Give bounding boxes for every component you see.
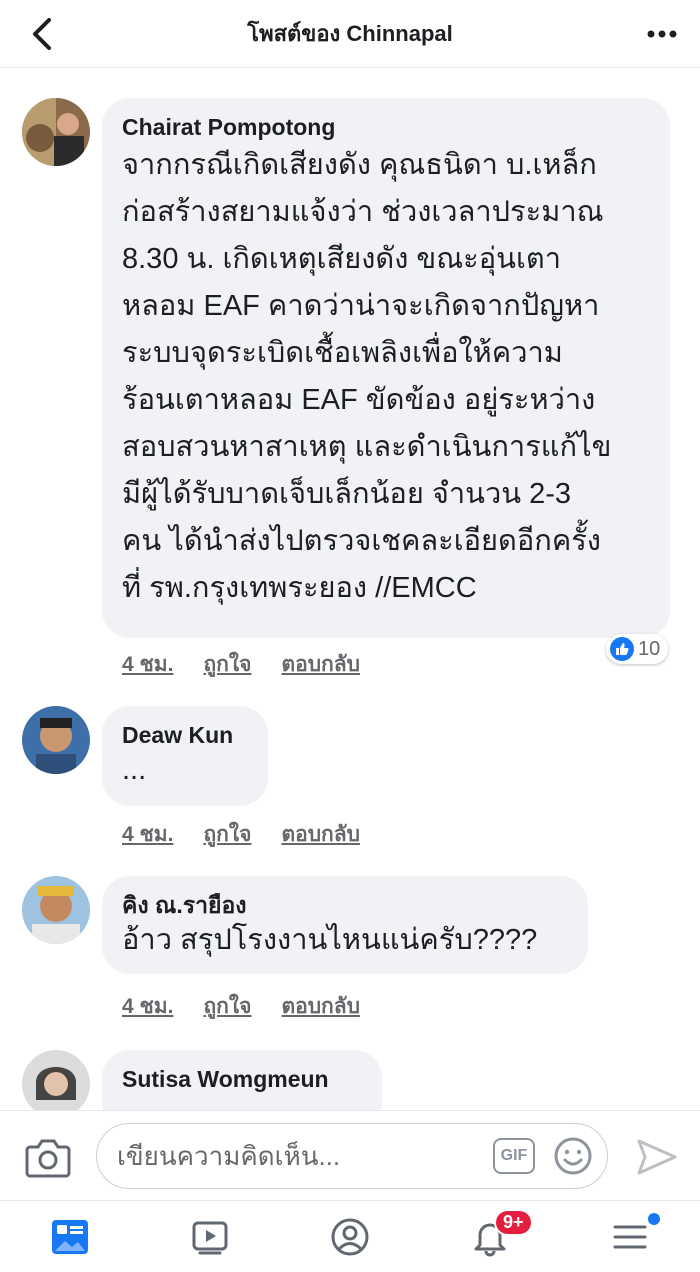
reaction-count[interactable]: 10 xyxy=(606,634,669,664)
camera-icon xyxy=(25,1139,71,1178)
comment-bubble: Deaw Kun ... xyxy=(102,706,268,806)
comment-input-box: GIF xyxy=(96,1123,608,1189)
comment-list: Chairat Pompotong จากกรณีเกิดเสียงดัง คุ… xyxy=(0,68,700,1110)
more-options-button[interactable] xyxy=(640,14,684,54)
comment-text: อ้าว สรุปโรงงานไหนแน่ครับ???? xyxy=(122,924,538,956)
comment-author[interactable]: Deaw Kun xyxy=(122,720,248,750)
like-link[interactable]: ถูกใจ xyxy=(203,648,251,681)
nav-news-feed[interactable] xyxy=(0,1201,140,1272)
news-feed-icon xyxy=(52,1219,88,1254)
comment-item: คิง ณ.รายือง อ้าว สรุปโรงงานไหนแน่ครับ??… xyxy=(0,876,700,1026)
comment-text: จากกรณีเกิดเสียงดัง คุณธนิดา บ.เหล็ก ก่อ… xyxy=(122,149,612,604)
reaction-count-value: 10 xyxy=(638,637,661,660)
bottom-navigation: 9+ xyxy=(0,1200,700,1272)
like-link[interactable]: ถูกใจ xyxy=(203,818,251,851)
comment-text: ... xyxy=(122,754,147,786)
comment-item: Deaw Kun ... 4 ชม. ถูกใจ ตอบกลับ xyxy=(0,706,700,856)
comment-bubble: Chairat Pompotong จากกรณีเกิดเสียงดัง คุ… xyxy=(102,98,670,638)
avatar[interactable] xyxy=(22,1050,90,1110)
watch-icon xyxy=(192,1221,228,1254)
like-link[interactable]: ถูกใจ xyxy=(203,990,251,1023)
reply-link[interactable]: ตอบกลับ xyxy=(281,818,360,851)
reply-link[interactable]: ตอบกลับ xyxy=(281,990,360,1023)
comment-author[interactable]: Chairat Pompotong xyxy=(122,112,650,142)
comment-input[interactable] xyxy=(117,1134,477,1178)
comment-actions: 4 ชม. ถูกใจ ตอบกลับ xyxy=(122,648,360,681)
comment-bubble: คิง ณ.รายือง อ้าว สรุปโรงงานไหนแน่ครับ??… xyxy=(102,876,588,974)
nav-watch[interactable] xyxy=(140,1201,280,1272)
notification-badge: 9+ xyxy=(494,1209,533,1236)
comment-time[interactable]: 4 ชม. xyxy=(122,648,173,681)
comment-time[interactable]: 4 ชม. xyxy=(122,990,173,1023)
comment-author[interactable]: Sutisa Womgmeun xyxy=(122,1064,362,1094)
avatar[interactable] xyxy=(22,98,90,166)
send-button[interactable] xyxy=(636,1137,678,1177)
menu-icon xyxy=(613,1225,647,1248)
comment-item: Sutisa Womgmeun xyxy=(0,1050,700,1110)
avatar[interactable] xyxy=(22,706,90,774)
comment-actions: 4 ชม. ถูกใจ ตอบกลับ xyxy=(122,990,360,1023)
nav-notifications[interactable]: 9+ xyxy=(420,1201,560,1272)
reply-link[interactable]: ตอบกลับ xyxy=(281,648,360,681)
emoji-button[interactable] xyxy=(553,1136,593,1176)
comment-composer: GIF xyxy=(0,1110,700,1200)
nav-menu[interactable] xyxy=(560,1201,700,1272)
more-horizontal-icon xyxy=(647,30,677,38)
nav-profile[interactable] xyxy=(280,1201,420,1272)
back-button[interactable] xyxy=(22,14,62,54)
comment-actions: 4 ชม. ถูกใจ ตอบกลับ xyxy=(122,818,360,851)
comment-author[interactable]: คิง ณ.รายือง xyxy=(122,890,568,920)
comment-item: Chairat Pompotong จากกรณีเกิดเสียงดัง คุ… xyxy=(0,98,700,698)
top-bar: โพสต์ของ Chinnapal xyxy=(0,0,700,68)
camera-button[interactable] xyxy=(24,1135,72,1179)
comment-time[interactable]: 4 ชม. xyxy=(122,818,173,851)
like-reaction-icon xyxy=(610,637,634,661)
send-icon xyxy=(637,1139,677,1175)
avatar[interactable] xyxy=(22,876,90,944)
emoji-icon xyxy=(554,1137,592,1175)
comment-bubble: Sutisa Womgmeun xyxy=(102,1050,382,1110)
page-title: โพสต์ของ Chinnapal xyxy=(247,21,453,46)
chevron-left-icon xyxy=(33,18,51,50)
gif-button[interactable]: GIF xyxy=(493,1138,535,1174)
menu-new-dot xyxy=(648,1213,660,1225)
profile-icon xyxy=(331,1218,369,1255)
